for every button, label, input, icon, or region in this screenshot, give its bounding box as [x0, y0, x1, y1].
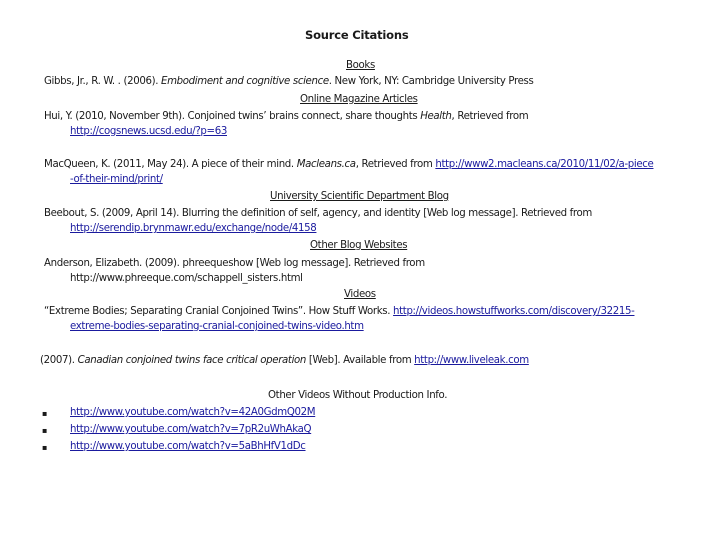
citation-gibbs: Gibbs, Jr., R. W. . (2006). Embodiment a…: [44, 75, 534, 88]
citation-link-beebout[interactable]: http://serendip.brynmawr.edu/exchange/no…: [70, 222, 317, 235]
citation-howstuffworks: “Extreme Bodies; Separating Cranial Conj…: [44, 305, 635, 318]
citation-url-anderson: http://www.phreeque.com/schappell_sister…: [70, 273, 303, 284]
citation-link-hui[interactable]: http://cogsnews.ucsd.edu/?p=63: [70, 125, 227, 138]
citation-liveleak: (2007). Canadian conjoined twins face cr…: [40, 354, 529, 367]
citation-title: Canadian conjoined twins face critical o…: [77, 355, 307, 366]
bullet-icon: ▪: [42, 409, 48, 418]
section-heading-books: Books: [346, 60, 375, 71]
video-link-1[interactable]: http://www.youtube.com/watch?v=42A0GdmQ0…: [70, 406, 316, 419]
citation-hui: Hui, Y. (2010, November 9th). Conjoined …: [44, 110, 529, 123]
page-title: Source Citations: [305, 28, 409, 42]
section-heading-magazines: Online Magazine Articles: [300, 94, 418, 105]
video-link-2[interactable]: http://www.youtube.com/watch?v=7pR2uWhAk…: [70, 423, 312, 436]
section-heading-videos: Videos: [344, 289, 376, 300]
citation-title: Embodiment and cognitive science: [161, 76, 329, 87]
section-heading-other-blogs: Other Blog Websites: [310, 240, 408, 251]
citation-text: “Extreme Bodies; Separating Cranial Conj…: [44, 306, 394, 317]
citation-text: Gibbs, Jr., R. W. . (2006).: [44, 76, 162, 87]
citation-title: Macleans.ca: [296, 159, 356, 170]
citation-title: Health: [420, 111, 452, 122]
citation-link-macqueen[interactable]: http://www2.macleans.ca/2010/11/02/a-pie…: [435, 159, 653, 170]
citation-link-howstuffworks[interactable]: http://videos.howstuffworks.com/discover…: [393, 306, 635, 317]
citation-text: . New York, NY: Cambridge University Pre…: [328, 76, 534, 87]
citation-text: Hui, Y. (2010, November 9th). Conjoined …: [44, 111, 421, 122]
section-heading-university-blog: University Scientific Department Blog: [270, 191, 449, 202]
bullet-icon: ▪: [42, 426, 48, 435]
bullet-icon: ▪: [42, 443, 48, 452]
citation-macqueen: MacQueen, K. (2011, May 24). A piece of …: [44, 158, 654, 171]
citation-text: , Retrieved from: [451, 111, 529, 122]
section-heading-other-videos: Other Videos Without Production Info.: [268, 390, 448, 401]
citation-link-liveleak[interactable]: http://www.liveleak.com: [414, 355, 529, 366]
video-link-3[interactable]: http://www.youtube.com/watch?v=5aBhHfV1d…: [70, 440, 306, 453]
citation-anderson: Anderson, Elizabeth. (2009). phreequesho…: [44, 258, 425, 269]
citation-text: MacQueen, K. (2011, May 24). A piece of …: [44, 159, 297, 170]
citation-text: (2007).: [40, 355, 78, 366]
citation-link-howstuffworks-cont[interactable]: extreme-bodies-separating-cranial-conjoi…: [70, 320, 364, 333]
citation-link-macqueen-cont[interactable]: -of-their-mind/print/: [70, 173, 163, 186]
citation-beebout: Beebout, S. (2009, April 14). Blurring t…: [44, 208, 592, 219]
citation-text: [Web]. Available from: [306, 355, 415, 366]
citation-text: , Retrieved from: [355, 159, 436, 170]
